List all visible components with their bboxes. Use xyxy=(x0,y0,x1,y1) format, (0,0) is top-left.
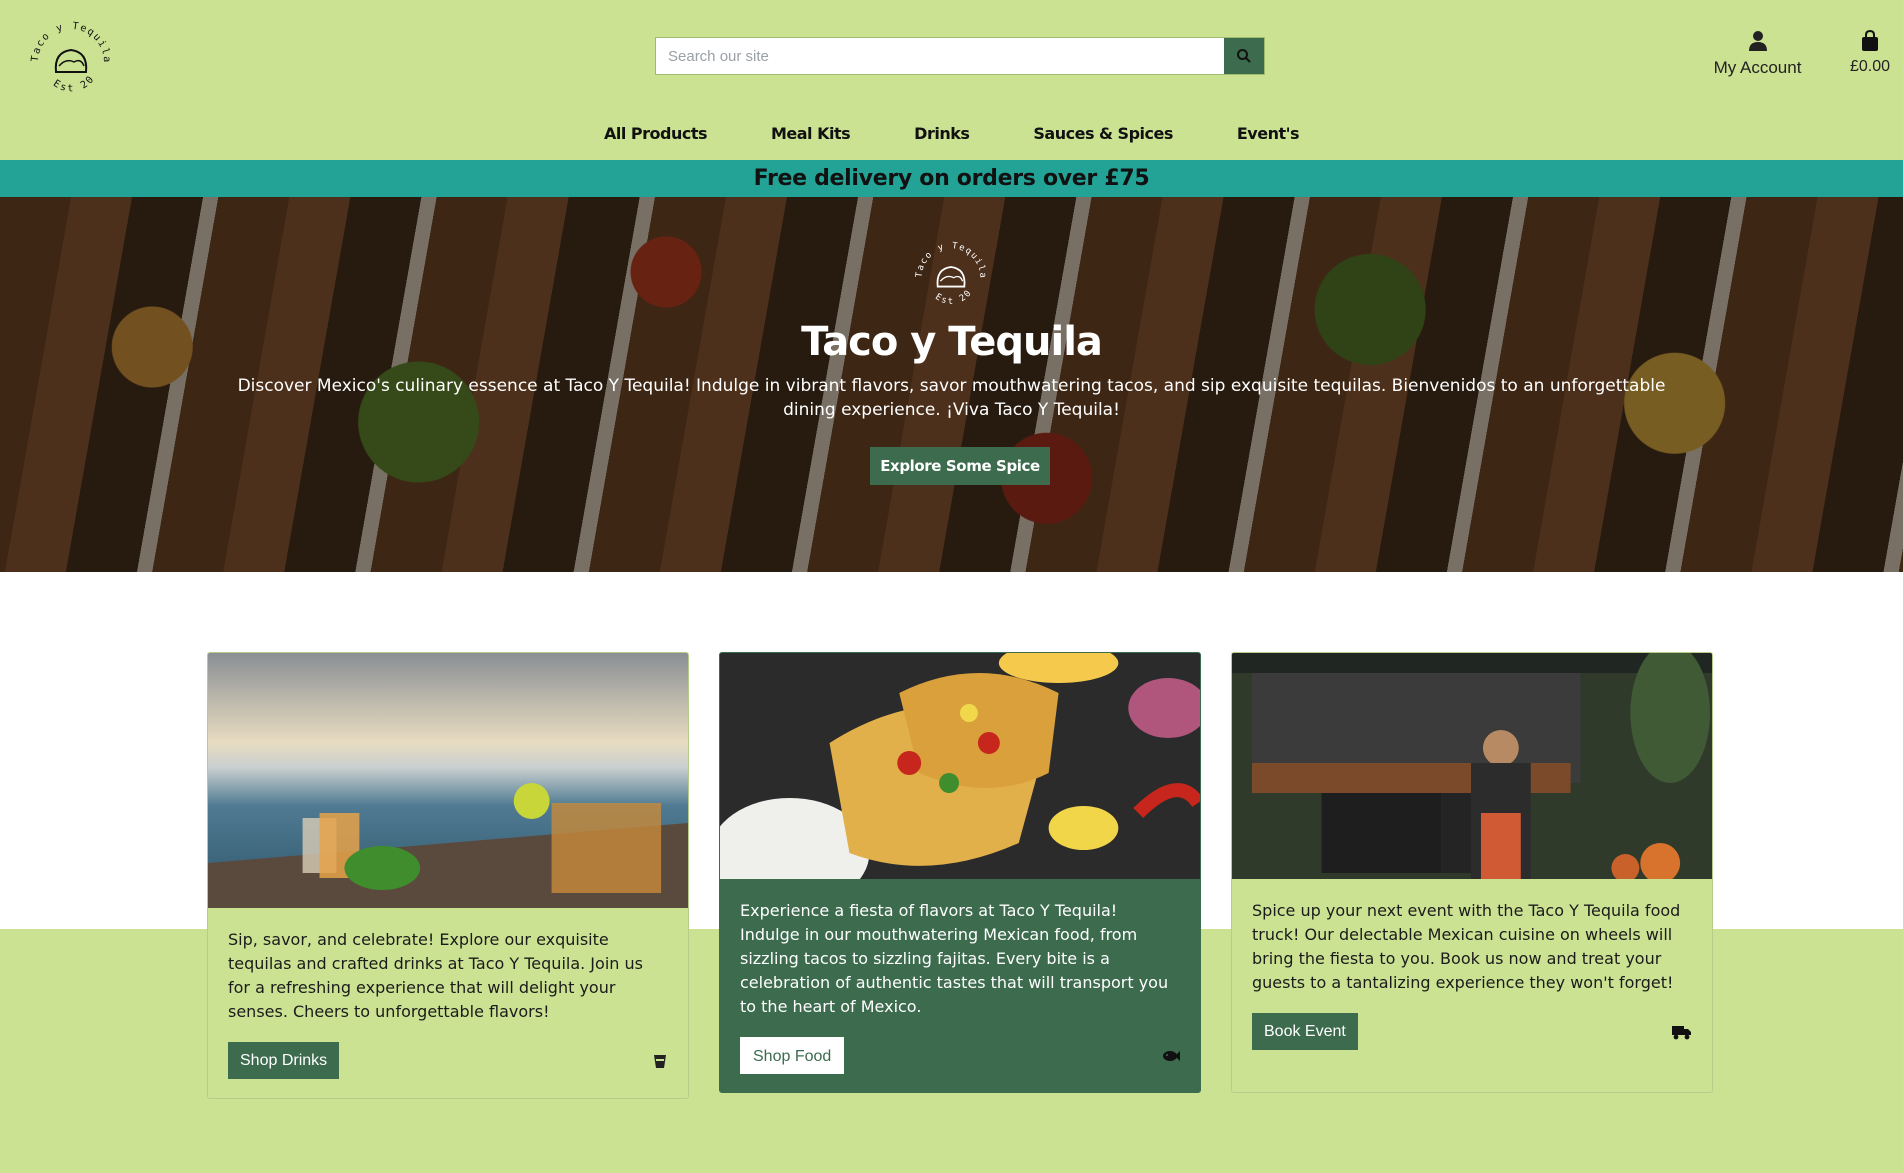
book-event-button[interactable]: Book Event xyxy=(1252,1013,1358,1050)
user-icon xyxy=(1748,31,1767,51)
food-card-actions: Shop Food xyxy=(740,1037,1180,1074)
nav-drinks[interactable]: Drinks xyxy=(882,120,1001,147)
event-card-image xyxy=(1232,653,1712,879)
nav-sauces-spices[interactable]: Sauces & Spices xyxy=(1001,120,1204,147)
drinks-card-image xyxy=(208,653,688,908)
logo-top-text: Taco y Tequila xyxy=(30,21,111,64)
drinks-card-actions: Shop Drinks xyxy=(228,1042,668,1079)
search-input[interactable] xyxy=(656,38,1224,74)
truck-icon xyxy=(1672,1025,1691,1039)
shop-food-button[interactable]: Shop Food xyxy=(740,1037,845,1074)
search-button[interactable] xyxy=(1224,38,1264,74)
food-card-image xyxy=(720,653,1200,879)
event-card-body: Spice up your next event with the Taco Y… xyxy=(1232,879,1712,1070)
hero-section: Taco y Tequila Est 2021 Taco y Tequila D… xyxy=(0,197,1903,572)
food-card-text: Experience a fiesta of flavors at Taco Y… xyxy=(740,901,1169,1016)
event-card-text: Spice up your next event with the Taco Y… xyxy=(1252,901,1681,992)
my-account-label: My Account xyxy=(1713,58,1802,77)
bag-total: £0.00 xyxy=(1849,58,1891,75)
drinks-card-body: Sip, savor, and celebrate! Explore our e… xyxy=(208,908,688,1098)
nav-all-products[interactable]: All Products xyxy=(572,120,739,147)
shop-drinks-button[interactable]: Shop Drinks xyxy=(228,1042,340,1079)
food-card-body: Experience a fiesta of flavors at Taco Y… xyxy=(720,879,1200,1092)
drinks-card-text: Sip, savor, and celebrate! Explore our e… xyxy=(228,930,643,1021)
svg-text:Taco y Tequila: Taco y Tequila xyxy=(915,241,988,279)
nav-events[interactable]: Event's xyxy=(1205,120,1331,147)
hero-logo-icon: Taco y Tequila Est 2021 xyxy=(911,235,988,307)
shopping-bag-link[interactable]: £0.00 xyxy=(1845,29,1895,76)
nav-meal-kits[interactable]: Meal Kits xyxy=(739,120,882,147)
search-icon xyxy=(1237,49,1251,63)
delivery-banner: Free delivery on orders over £75 xyxy=(0,160,1903,197)
hero-description: Discover Mexico's culinary essence at Ta… xyxy=(237,376,1666,420)
glass-icon xyxy=(654,1054,666,1068)
fish-icon xyxy=(1163,1050,1180,1061)
explore-spice-button[interactable]: Explore Some Spice xyxy=(870,447,1050,485)
search-bar xyxy=(655,37,1265,75)
svg-text:Taco y Tequila: Taco y Tequila xyxy=(30,21,112,64)
event-card-actions: Book Event xyxy=(1252,1013,1692,1050)
food-card: Experience a fiesta of flavors at Taco Y… xyxy=(719,652,1201,1093)
shopping-bag-icon xyxy=(1862,29,1878,51)
hero-title: Taco y Tequila xyxy=(801,319,1103,365)
site-header: Taco y Tequila Est 2021 My Account £0.00 xyxy=(0,0,1903,160)
main-nav: All Products Meal Kits Drinks Sauces & S… xyxy=(0,120,1903,147)
my-account-link[interactable]: My Account xyxy=(1700,30,1815,78)
brand-logo-icon[interactable]: Taco y Tequila Est 2021 xyxy=(26,14,116,104)
hero-logo-top-text: Taco y Tequila xyxy=(915,241,987,279)
drinks-card: Sip, savor, and celebrate! Explore our e… xyxy=(207,652,689,1099)
event-card: Spice up your next event with the Taco Y… xyxy=(1231,652,1713,1093)
